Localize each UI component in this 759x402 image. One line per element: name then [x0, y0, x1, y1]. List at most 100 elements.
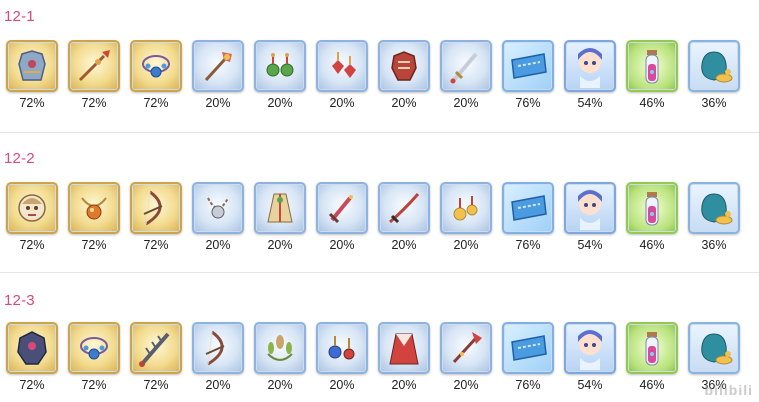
drop-item[interactable]: 20%: [316, 322, 368, 392]
drop-rate: 20%: [267, 378, 293, 392]
dagger-icon: [316, 182, 368, 234]
orb-necklace-icon: [68, 182, 120, 234]
drop-item[interactable]: 20%: [440, 182, 492, 252]
drop-item[interactable]: 72%: [130, 40, 182, 110]
drop-rate: 72%: [81, 378, 107, 392]
armor-icon: [6, 40, 58, 92]
drop-item[interactable]: 20%: [378, 182, 430, 252]
drop-rate: 54%: [577, 238, 603, 252]
divider: [0, 132, 759, 133]
character-shard-icon: [564, 322, 616, 374]
blue-earrings-icon: [316, 322, 368, 374]
drop-item[interactable]: 72%: [130, 182, 182, 252]
drop-rate: 20%: [453, 238, 479, 252]
drop-item[interactable]: 72%: [130, 322, 182, 392]
coin-bag-icon: [688, 182, 740, 234]
drop-item[interactable]: 20%: [440, 322, 492, 392]
drop-item[interactable]: 76%: [502, 322, 554, 392]
spear-icon: [68, 40, 120, 92]
staff-icon: [192, 40, 244, 92]
drop-item[interactable]: 20%: [254, 40, 306, 110]
dark-armor-icon: [6, 322, 58, 374]
drop-item[interactable]: 72%: [6, 182, 58, 252]
lion-helm-icon: [6, 182, 58, 234]
red-staff-icon: [440, 322, 492, 374]
divider: [0, 272, 759, 273]
red-armor-icon: [378, 40, 430, 92]
drop-item[interactable]: 46%: [626, 322, 678, 392]
drop-item[interactable]: 72%: [6, 322, 58, 392]
drop-rate: 72%: [143, 238, 169, 252]
potion-icon: [626, 40, 678, 92]
drop-rate: 46%: [639, 96, 665, 110]
drop-rate: 54%: [577, 378, 603, 392]
drop-item[interactable]: 20%: [378, 40, 430, 110]
drop-rate: 20%: [205, 96, 231, 110]
coin-bag-icon: [688, 322, 740, 374]
drop-item[interactable]: 54%: [564, 182, 616, 252]
drop-rate: 20%: [329, 378, 355, 392]
drop-item[interactable]: 36%: [688, 40, 740, 110]
drop-item[interactable]: 54%: [564, 322, 616, 392]
drop-rate: 72%: [143, 96, 169, 110]
drop-rate: 46%: [639, 378, 665, 392]
drop-item[interactable]: 20%: [192, 40, 244, 110]
drop-item[interactable]: 36%: [688, 182, 740, 252]
drop-item[interactable]: 54%: [564, 40, 616, 110]
drop-item[interactable]: 20%: [254, 322, 306, 392]
drop-rate: 72%: [19, 238, 45, 252]
drop-rate: 20%: [267, 238, 293, 252]
drop-item[interactable]: 20%: [254, 182, 306, 252]
red-robe-icon: [378, 322, 430, 374]
drop-item[interactable]: 46%: [626, 40, 678, 110]
potion-icon: [626, 322, 678, 374]
drop-item[interactable]: 20%: [316, 40, 368, 110]
spiked-blade-icon: [130, 322, 182, 374]
drop-rate: 20%: [391, 378, 417, 392]
blue-necklace-icon: [68, 322, 120, 374]
drop-item[interactable]: 76%: [502, 40, 554, 110]
drop-rate: 36%: [701, 238, 727, 252]
ticket-icon: [502, 322, 554, 374]
drop-item[interactable]: 20%: [440, 40, 492, 110]
robe-icon: [254, 182, 306, 234]
drop-row: 72% 72% 72% 20% 20% 20% 20% 20% 76% 54% 46% 36%: [6, 40, 746, 118]
drop-rate: 20%: [205, 238, 231, 252]
drop-rate: 72%: [81, 238, 107, 252]
watermark-logo: bilibili: [704, 382, 753, 398]
drop-item[interactable]: 72%: [68, 322, 120, 392]
drop-rate: 76%: [515, 96, 541, 110]
stage-title: 12-1: [4, 8, 35, 25]
drop-item[interactable]: 20%: [316, 182, 368, 252]
drop-rate: 20%: [391, 96, 417, 110]
drop-rate: 20%: [205, 378, 231, 392]
stage-title: 12-2: [4, 150, 35, 167]
ticket-icon: [502, 182, 554, 234]
drop-row: 72% 72% 72% 20% 20% 20% 20% 20% 76% 54% 46% 36%: [6, 322, 746, 400]
drop-item[interactable]: 20%: [192, 322, 244, 392]
drop-rate: 72%: [19, 378, 45, 392]
potion-icon: [626, 182, 678, 234]
drop-rate: 20%: [329, 96, 355, 110]
drop-item[interactable]: 76%: [502, 182, 554, 252]
drop-rate: 54%: [577, 96, 603, 110]
coin-bag-icon: [688, 40, 740, 92]
character-shard-icon: [564, 182, 616, 234]
drop-item[interactable]: 20%: [378, 322, 430, 392]
drop-table: 12-1 72% 72% 72% 20% 20% 20% 20% 20% 76% 54% 46% 36…: [0, 0, 759, 402]
drop-row: 72% 72% 72% 20% 20% 20% 20% 20% 76% 54% 46% 36%: [6, 182, 746, 260]
character-shard-icon: [564, 40, 616, 92]
red-earrings-icon: [316, 40, 368, 92]
drop-item[interactable]: 20%: [192, 182, 244, 252]
drop-item[interactable]: 72%: [6, 40, 58, 110]
stage-title: 12-3: [4, 292, 35, 309]
drop-item[interactable]: 46%: [626, 182, 678, 252]
drop-rate: 76%: [515, 378, 541, 392]
blue-necklace-icon: [130, 40, 182, 92]
drop-item[interactable]: 72%: [68, 40, 120, 110]
ticket-icon: [502, 40, 554, 92]
drop-rate: 20%: [453, 378, 479, 392]
drop-rate: 20%: [453, 96, 479, 110]
drop-item[interactable]: 72%: [68, 182, 120, 252]
drop-rate: 76%: [515, 238, 541, 252]
